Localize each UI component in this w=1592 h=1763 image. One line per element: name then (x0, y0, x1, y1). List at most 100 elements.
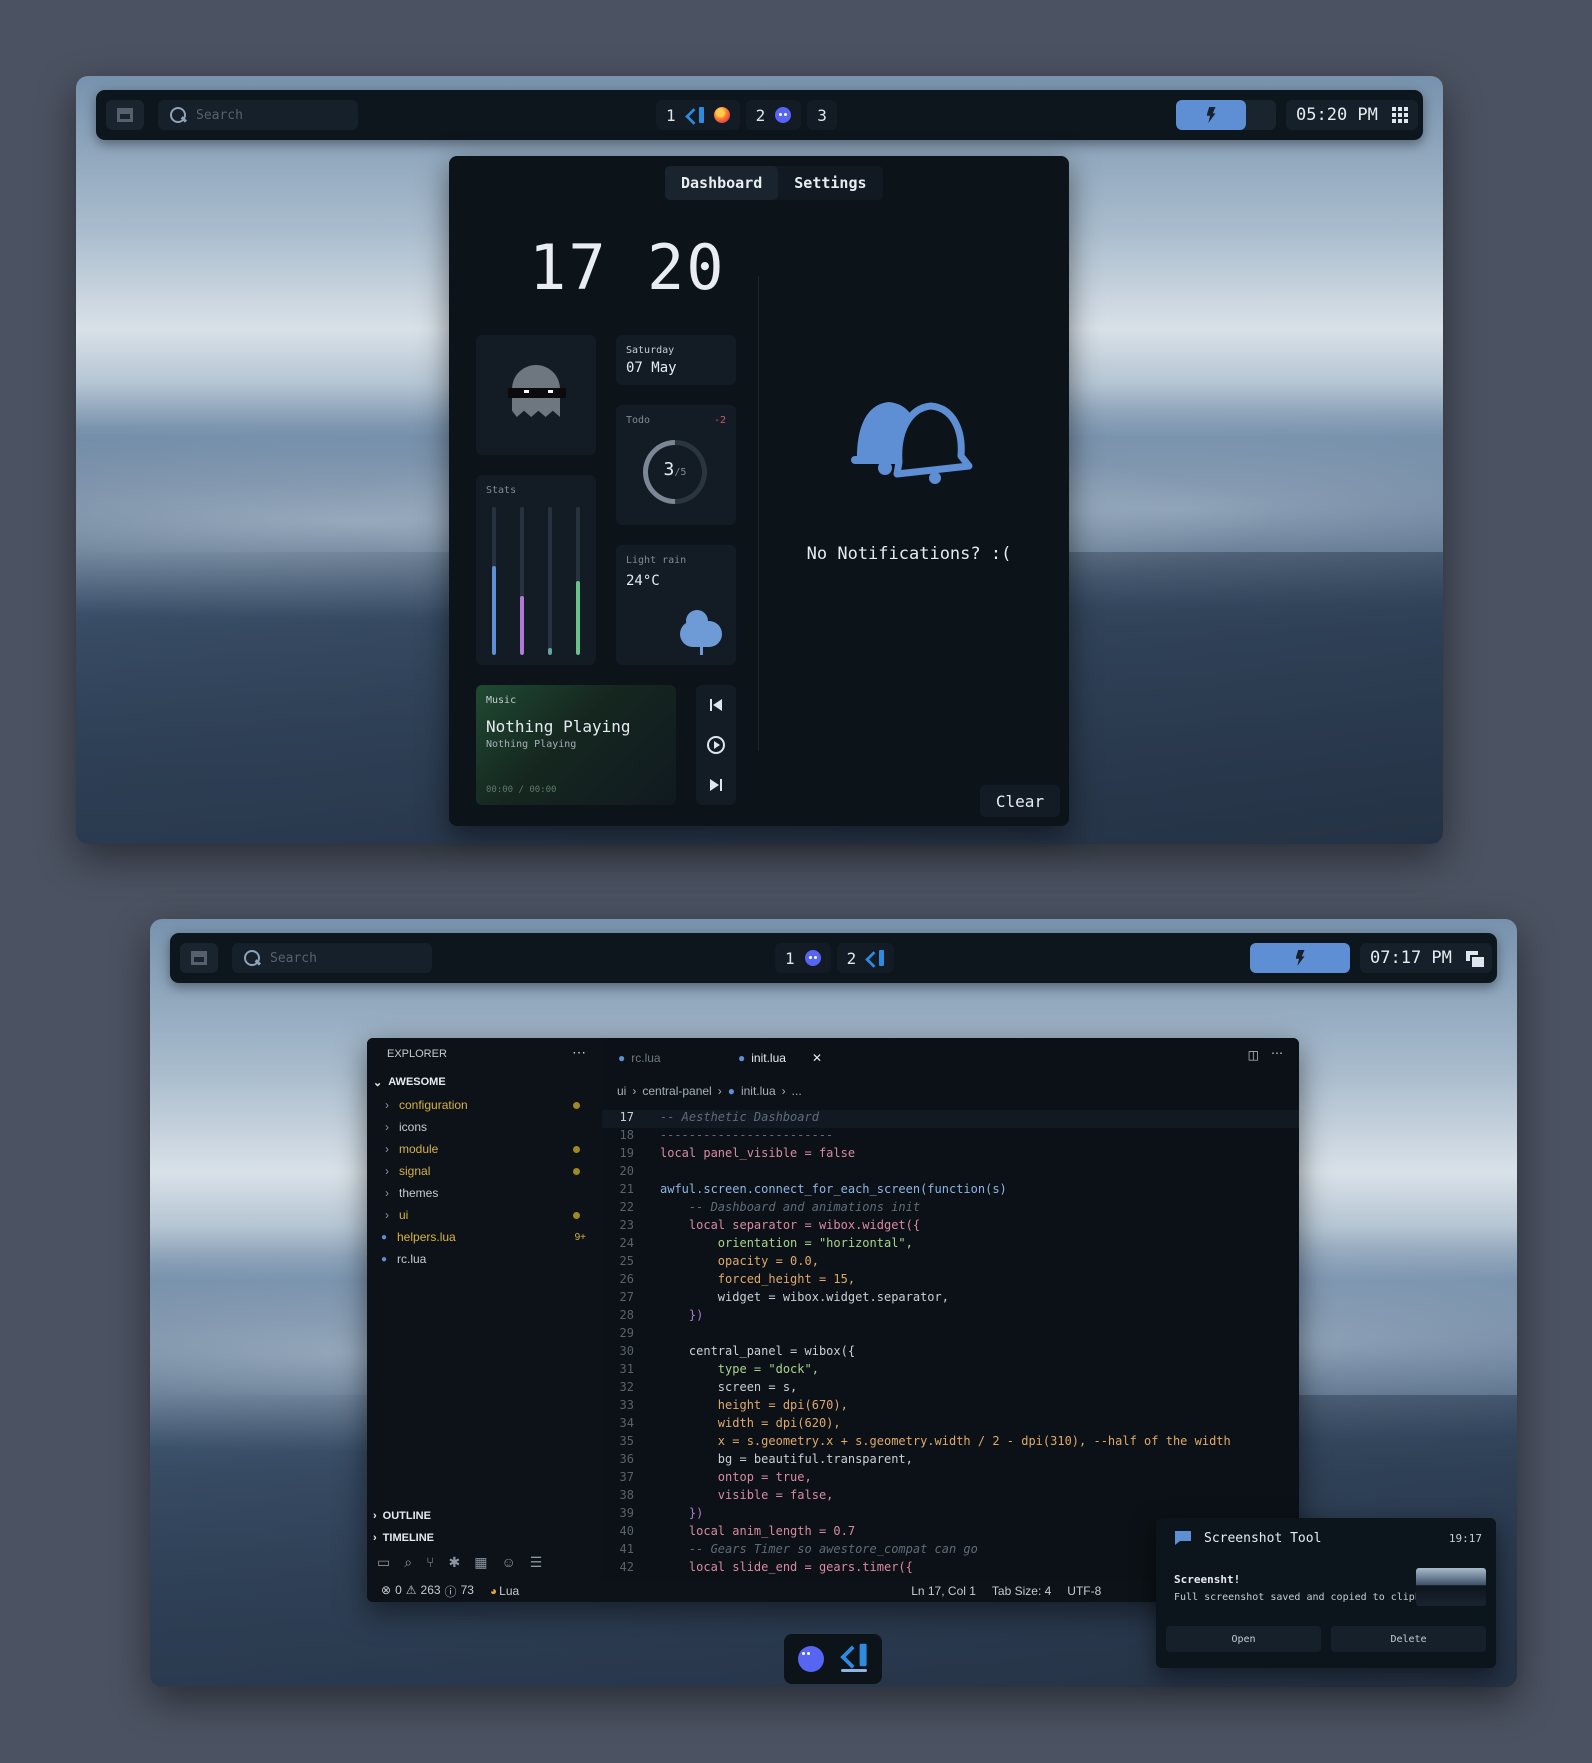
explorer-root[interactable]: ⌄ AWESOME (373, 1076, 446, 1089)
previous-track-icon[interactable] (709, 698, 723, 712)
music-title: Nothing Playing (486, 717, 631, 736)
breadcrumb-item[interactable]: ... (792, 1084, 802, 1098)
breadcrumb-item[interactable]: central-panel (642, 1084, 711, 1098)
dock-vscode[interactable] (838, 1641, 870, 1677)
split-editor-icon[interactable]: ◫ (1248, 1048, 1259, 1062)
play-icon[interactable] (706, 735, 726, 755)
workspace-3[interactable]: 3 (807, 100, 837, 130)
breadcrumb-item[interactable]: ui (617, 1084, 626, 1098)
tree-item[interactable]: › module (381, 1138, 602, 1160)
stat-bar-cpu (492, 507, 496, 655)
tree-item[interactable]: ● rc.lua (381, 1248, 602, 1270)
dock-discord[interactable] (796, 1644, 826, 1674)
delete-button[interactable]: Delete (1331, 1626, 1486, 1652)
tree-item[interactable]: › icons (381, 1116, 602, 1138)
tree-item[interactable]: › themes (381, 1182, 602, 1204)
tab-dashboard[interactable]: Dashboard (665, 166, 779, 200)
tab-settings[interactable]: Settings (778, 166, 882, 200)
line-number: 32 (619, 1380, 634, 1394)
launcher-button[interactable] (106, 100, 144, 130)
line-text: visible = false, (660, 1488, 834, 1502)
todo-card[interactable]: Todo -2 3/5 (616, 405, 736, 525)
chevron-right-icon: › (373, 1532, 377, 1544)
tree-item[interactable]: › signal (381, 1160, 602, 1182)
discord-icon[interactable] (804, 950, 821, 966)
chevron-right-icon: › (385, 1164, 389, 1178)
outline-section[interactable]: › OUTLINE (373, 1510, 431, 1522)
cat-icon: ◕ (489, 1584, 498, 1598)
account-icon[interactable]: ☺ (501, 1554, 515, 1571)
language-status[interactable]: ◕ Lua (490, 1584, 519, 1598)
stat-bar-ram (520, 507, 524, 655)
workspace-2[interactable]: 2 (745, 100, 802, 130)
search-box[interactable]: Search (232, 943, 432, 973)
firefox-icon[interactable] (713, 107, 730, 123)
line-text: }) (660, 1308, 704, 1322)
power-indicator[interactable] (1250, 943, 1350, 973)
tab-rc-lua[interactable]: ● rc.lua (602, 1051, 722, 1065)
tree-item-label: themes (399, 1186, 439, 1200)
workspace-1[interactable]: 1 (775, 943, 831, 973)
workspace-2[interactable]: 2 (836, 943, 895, 973)
settings-icon[interactable]: ☰ (530, 1554, 543, 1571)
tree-item[interactable]: › configuration (381, 1094, 602, 1116)
vscode-icon[interactable] (686, 107, 704, 123)
search-icon (244, 950, 260, 966)
tree-item[interactable]: ● helpers.lua 9+ (381, 1226, 602, 1248)
explorer-more-icon[interactable]: ⋯ (572, 1044, 586, 1061)
close-icon[interactable]: ✕ (812, 1051, 822, 1065)
tree-item[interactable]: › ui (381, 1204, 602, 1226)
dashboard-tabs: Dashboard Settings (665, 166, 883, 200)
extensions-icon[interactable]: ▦ (474, 1554, 487, 1571)
search-placeholder: Search (270, 950, 317, 966)
weather-temp: 24°C (626, 573, 660, 589)
line-text: screen = s, (660, 1380, 798, 1394)
apps-grid-icon[interactable] (1391, 107, 1408, 123)
problems-status[interactable]: ⊗ 0 ⚠ 263 ⓘ 73 (381, 1583, 474, 1600)
clear-button[interactable]: Clear (980, 785, 1060, 817)
clock-widget[interactable]: 05:20 PM (1286, 100, 1418, 130)
music-artist: Nothing Playing (486, 739, 577, 750)
breadcrumb-item[interactable]: init.lua (741, 1084, 776, 1098)
tree-item-label: rc.lua (397, 1252, 427, 1266)
chevron-right-icon: › (717, 1084, 722, 1098)
workspace-number: 1 (785, 948, 795, 968)
vscode-icon[interactable] (866, 950, 885, 966)
modified-dot (573, 1145, 580, 1153)
line-number: 28 (619, 1308, 634, 1322)
tab-size[interactable]: Tab Size: 4 (992, 1584, 1051, 1598)
folder-icon[interactable]: ▭ (377, 1554, 390, 1571)
code-editor[interactable]: 17 -- Aesthetic Dashboard 18 --------------… (602, 1110, 1299, 1578)
todo-delta: -2 (713, 415, 726, 426)
next-track-icon[interactable] (709, 778, 723, 792)
code-line: 20 (602, 1164, 1299, 1182)
top-bar: Search 1 2 3 05:20 PM (96, 90, 1423, 140)
search-box[interactable]: Search (158, 100, 358, 130)
timeline-section[interactable]: › TIMELINE (373, 1532, 434, 1544)
search-icon[interactable]: ⌕ (404, 1554, 412, 1571)
lua-file-icon: ● (381, 1253, 388, 1265)
cursor-position[interactable]: Ln 17, Col 1 (911, 1584, 976, 1598)
line-text: x = s.geometry.x + s.geometry.width / 2 … (660, 1434, 1231, 1448)
workspace-1[interactable]: 1 (656, 100, 740, 130)
windows-stack-icon[interactable] (1465, 951, 1486, 969)
clock-widget[interactable]: 07:17 PM (1360, 943, 1492, 973)
toast-time: 19:17 (1448, 1532, 1482, 1545)
bolt-icon (1206, 107, 1216, 123)
launcher-button[interactable] (180, 943, 218, 973)
workspace-number: 3 (817, 105, 827, 125)
line-text: type = "dock", (660, 1362, 819, 1376)
source-control-icon[interactable]: ⑂ (426, 1554, 434, 1571)
todo-total: /5 (674, 467, 687, 478)
open-button[interactable]: Open (1166, 1626, 1321, 1652)
power-indicator[interactable] (1176, 100, 1276, 130)
encoding[interactable]: UTF-8 (1067, 1584, 1101, 1598)
debug-icon[interactable]: ✱ (448, 1554, 460, 1571)
code-line: 31 type = "dock", (602, 1362, 1299, 1380)
more-actions-icon[interactable]: ⋯ (1271, 1046, 1283, 1060)
discord-icon[interactable] (775, 107, 792, 123)
music-card: Music Nothing Playing Nothing Playing 00… (476, 685, 676, 805)
code-line: 26 forced_height = 15, (602, 1272, 1299, 1290)
toast-thumbnail[interactable] (1416, 1568, 1486, 1606)
tab-init-lua[interactable]: ● init.lua ✕ (722, 1051, 832, 1065)
